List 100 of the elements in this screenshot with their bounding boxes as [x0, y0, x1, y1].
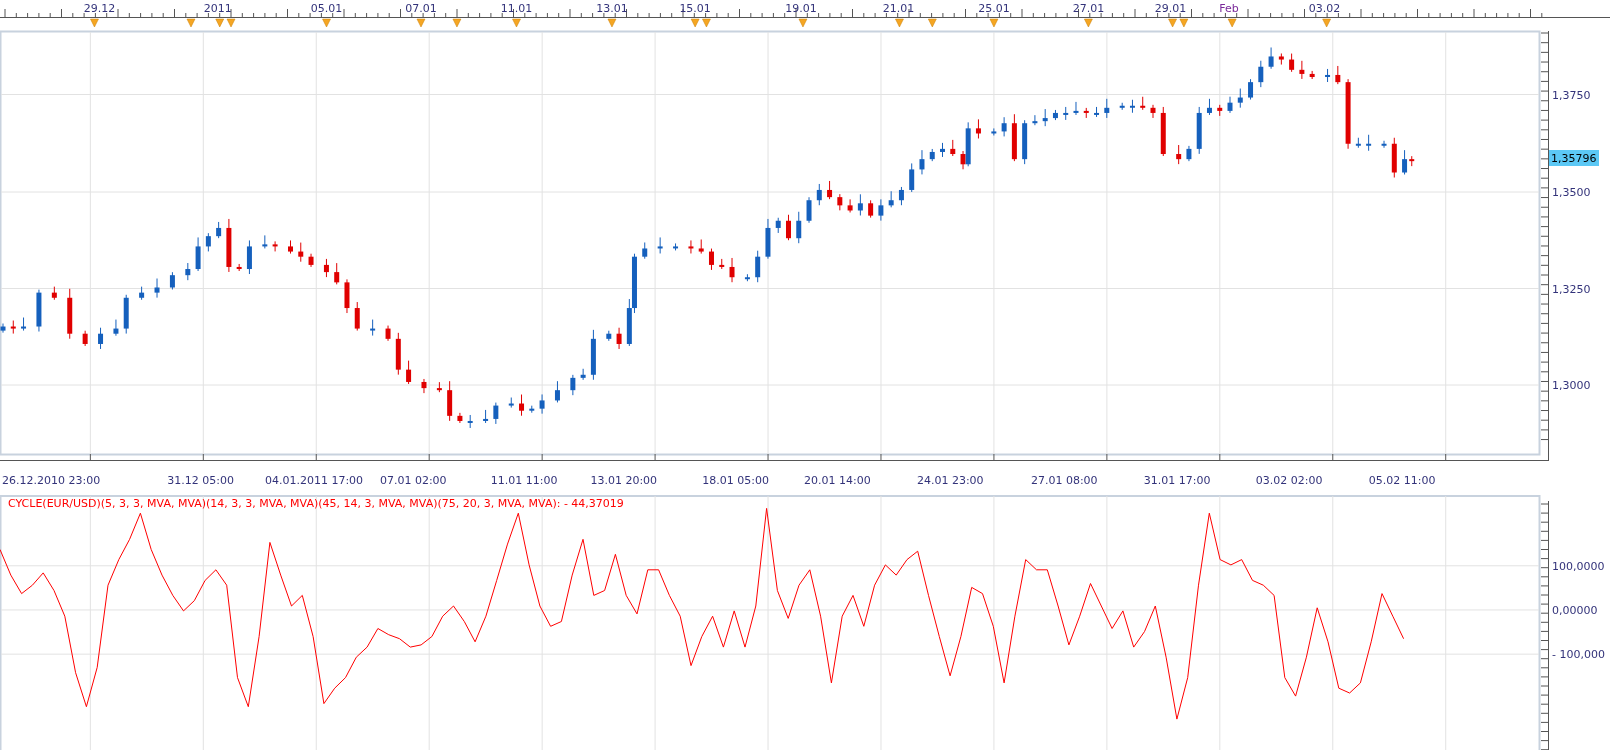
candle — [436, 381, 442, 393]
event-marker-icon[interactable] — [186, 18, 196, 28]
time-label: 20.01 14:00 — [803, 474, 871, 485]
candle — [334, 262, 340, 285]
candle — [657, 236, 663, 254]
time-label: 07.01 02:00 — [379, 474, 447, 485]
date-label: 29.12 — [83, 2, 116, 15]
time-label: 27.01 08:00 — [1030, 474, 1098, 485]
candle — [1063, 106, 1069, 121]
candle — [580, 368, 586, 381]
candle — [673, 242, 679, 251]
event-marker-icon[interactable] — [1168, 18, 1177, 28]
event-marker-icon[interactable] — [798, 18, 808, 28]
candle — [847, 198, 853, 213]
date-label: 21.01 — [882, 2, 915, 15]
candle — [21, 317, 27, 332]
candle — [775, 217, 781, 234]
candle — [1011, 113, 1017, 162]
event-marker-icon[interactable] — [90, 18, 99, 28]
event-marker-icon[interactable] — [989, 18, 999, 28]
candle — [1355, 137, 1361, 149]
candle — [169, 271, 175, 290]
candle — [837, 193, 843, 211]
candle — [36, 289, 42, 332]
event-marker-icon[interactable] — [226, 18, 236, 28]
candle — [354, 301, 360, 332]
candle — [570, 374, 576, 396]
candle — [1119, 102, 1125, 111]
event-marker-icon[interactable] — [416, 18, 426, 28]
candle — [1325, 68, 1331, 83]
date-label: 11.01 — [500, 2, 533, 15]
price-label: 1,3750 — [1552, 88, 1591, 102]
event-marker-icon[interactable] — [322, 18, 331, 28]
candle — [1237, 88, 1243, 109]
candle — [991, 127, 997, 136]
candle — [519, 394, 525, 417]
event-marker-icon[interactable] — [1179, 18, 1189, 28]
candle — [616, 327, 622, 350]
event-marker-icon[interactable] — [1322, 18, 1331, 28]
event-marker-icon[interactable] — [1227, 18, 1237, 28]
indicator-title: CYCLE(EUR/USD)(5, 3, 3, MVA, MVA)(14, 3, 3, MVA, MVA)(45, 14, 3, MVA, MVA)(75, 20, 3, MVA, MVA): - 44,37019 — [8, 497, 624, 510]
event-marker-icon[interactable] — [607, 18, 617, 28]
date-label: 2011 — [203, 2, 232, 15]
value-label: 0,00000 — [1552, 603, 1598, 617]
date-label: 15.01 — [679, 2, 711, 15]
date-label: 29.01 — [1154, 2, 1187, 15]
candle — [1042, 108, 1048, 127]
event-marker-icon[interactable] — [1084, 18, 1093, 28]
candle — [493, 402, 499, 425]
candle — [719, 258, 725, 270]
candle — [709, 248, 714, 271]
candle — [139, 286, 145, 301]
candle — [1052, 109, 1058, 121]
candle — [113, 319, 119, 337]
candle — [1083, 107, 1089, 119]
candle — [1176, 144, 1182, 165]
candle — [226, 218, 232, 273]
event-marker-icon[interactable] — [690, 18, 700, 28]
candle — [205, 232, 211, 252]
event-marker-icon[interactable] — [215, 18, 224, 28]
candle — [421, 378, 427, 394]
date-label: 05.01 — [310, 2, 343, 15]
candle — [195, 236, 201, 272]
date-label: 19.01 — [785, 2, 817, 15]
event-marker-icon[interactable] — [512, 18, 521, 28]
candle — [385, 325, 391, 342]
candle — [539, 393, 545, 415]
candle — [308, 253, 314, 268]
candle — [82, 330, 88, 347]
event-marker-icon[interactable] — [928, 18, 937, 28]
event-marker-icon[interactable] — [702, 18, 711, 28]
candle — [1278, 52, 1284, 66]
candle — [323, 258, 329, 278]
candle — [606, 330, 612, 342]
candle — [1366, 134, 1372, 152]
candle — [154, 278, 160, 299]
date-label: 13.01 — [596, 2, 628, 15]
candle — [898, 186, 904, 206]
candle — [698, 239, 704, 255]
candle — [642, 242, 648, 260]
candle — [344, 278, 350, 314]
date-label: 03.02 — [1308, 2, 1341, 15]
candle — [508, 397, 514, 409]
candle — [1186, 145, 1192, 162]
candle — [123, 294, 129, 335]
time-label: 13.01 20:00 — [590, 474, 658, 485]
candle — [688, 239, 694, 254]
candle — [1160, 106, 1166, 157]
candle — [1140, 96, 1146, 111]
candle — [447, 380, 453, 422]
candle — [1227, 96, 1233, 114]
candle — [868, 199, 874, 219]
time-label: 11.01 11:00 — [490, 474, 558, 485]
candle — [406, 360, 412, 385]
candle — [457, 412, 463, 424]
price-label: 1,3500 — [1552, 186, 1591, 199]
candle — [806, 196, 812, 224]
candle — [1391, 137, 1397, 178]
event-marker-icon[interactable] — [895, 18, 904, 28]
event-marker-icon[interactable] — [452, 18, 462, 28]
